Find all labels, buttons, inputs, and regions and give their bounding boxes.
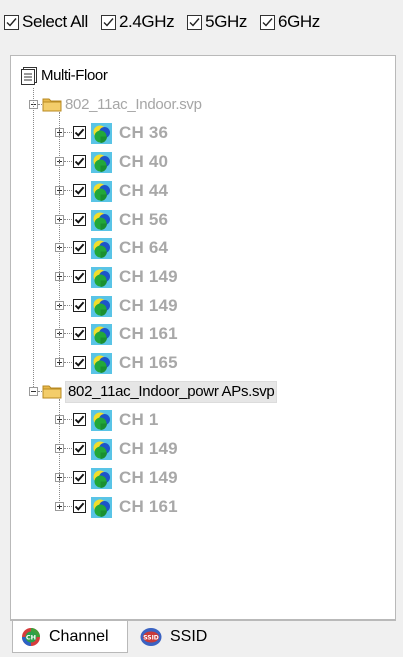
ap-channel-icon xyxy=(91,467,112,489)
ap-channel-icon xyxy=(91,152,112,174)
ap-channel-icon xyxy=(91,123,112,145)
channel-node-label[interactable]: CH 40 xyxy=(119,152,168,172)
tree-connector xyxy=(64,247,72,249)
band-6ghz-checkbox[interactable]: 6GHz xyxy=(260,12,320,32)
tree-connector xyxy=(64,218,72,220)
svg-text:CH: CH xyxy=(26,633,36,641)
tree-connector xyxy=(64,362,72,363)
band-filter-bar: Select All 2.4GHz 5GHz 6GHz xyxy=(0,0,403,44)
channel-checkbox[interactable] xyxy=(73,470,86,484)
file-node-label[interactable]: 802_11ac_Indoor_powr APs.svp xyxy=(65,380,278,403)
channel-checkbox[interactable] xyxy=(73,126,86,140)
folder-icon xyxy=(42,98,62,112)
channel-node-label[interactable]: CH 44 xyxy=(119,181,168,201)
channel-ch-icon: CH xyxy=(22,627,40,646)
floor-channel-tree[interactable]: Multi-Floor 802_11ac_Indoor.svp CH 36 CH 4… xyxy=(10,55,396,620)
checkbox-checked-icon xyxy=(4,14,19,30)
ap-channel-icon xyxy=(91,353,112,374)
tree-connector xyxy=(64,189,72,191)
tree-connector xyxy=(64,275,72,277)
tab-ssid-label: SSID xyxy=(170,628,208,645)
tree-connector xyxy=(64,132,72,134)
channel-node-label[interactable]: CH 149 xyxy=(119,468,178,488)
tree-connector xyxy=(64,161,72,163)
tree-connector xyxy=(64,304,72,306)
tree-guide xyxy=(33,88,34,387)
ap-channel-icon xyxy=(91,410,112,432)
tree-connector xyxy=(64,419,72,421)
channel-node-label[interactable]: CH 36 xyxy=(119,123,168,143)
ap-channel-icon xyxy=(91,324,112,346)
channel-checkbox[interactable] xyxy=(73,155,86,169)
channel-checkbox[interactable] xyxy=(73,499,86,513)
channel-checkbox[interactable] xyxy=(73,356,86,369)
band-5ghz-checkbox[interactable]: 5GHz xyxy=(187,12,247,32)
band-6ghz-label: 6GHz xyxy=(278,12,320,31)
ap-channel-icon xyxy=(91,209,112,231)
tree-guide xyxy=(59,398,60,506)
channel-node-label[interactable]: CH 149 xyxy=(119,296,178,316)
channel-checkbox[interactable] xyxy=(73,269,86,283)
channel-node-label[interactable]: CH 149 xyxy=(119,267,178,287)
checkbox-checked-icon xyxy=(187,14,203,30)
ap-channel-icon xyxy=(91,180,112,202)
band-24ghz-label: 2.4GHz xyxy=(118,12,175,31)
channel-node-label[interactable]: CH 1 xyxy=(119,410,159,430)
tree-connector xyxy=(64,476,72,478)
channel-node-label[interactable]: CH 165 xyxy=(119,353,178,373)
channel-node-label[interactable]: CH 161 xyxy=(119,324,178,344)
channel-checkbox[interactable] xyxy=(73,413,86,427)
tree-root-label[interactable]: Multi-Floor xyxy=(41,67,108,84)
channel-checkbox[interactable] xyxy=(73,442,86,456)
band-5ghz-label: 5GHz xyxy=(205,12,248,31)
band-24ghz-checkbox[interactable]: 2.4GHz xyxy=(100,12,175,32)
tree-connector xyxy=(64,505,72,507)
channel-checkbox[interactable] xyxy=(73,212,86,226)
collapse-toggle[interactable] xyxy=(29,386,38,396)
channel-checkbox[interactable] xyxy=(73,183,86,197)
folder-icon xyxy=(42,385,62,399)
ap-channel-icon xyxy=(91,439,112,461)
tree-guide xyxy=(59,111,60,362)
svg-text:SSID: SSID xyxy=(143,634,159,641)
ap-channel-icon xyxy=(91,295,112,317)
channel-node-label[interactable]: CH 56 xyxy=(119,210,168,230)
ap-channel-icon xyxy=(91,496,112,518)
checkbox-checked-icon xyxy=(260,14,276,30)
view-tab-bar: CH Channel SSID SSID xyxy=(10,620,396,657)
select-all-label: Select All xyxy=(22,12,88,31)
tab-channel-label: Channel xyxy=(49,627,109,645)
multi-floor-document-icon xyxy=(21,67,37,85)
tree-connector xyxy=(64,333,72,335)
channel-checkbox[interactable] xyxy=(73,241,86,255)
select-all-checkbox[interactable]: Select All xyxy=(4,12,88,32)
channel-checkbox[interactable] xyxy=(73,298,86,312)
ap-channel-icon xyxy=(91,266,112,288)
tab-channel[interactable]: CH Channel xyxy=(12,621,128,653)
channel-node-label[interactable]: CH 64 xyxy=(119,238,168,258)
channel-node-label[interactable]: CH 149 xyxy=(119,439,178,459)
tree-connector xyxy=(64,448,72,450)
channel-node-label[interactable]: CH 161 xyxy=(119,497,178,517)
ssid-icon: SSID xyxy=(140,628,162,646)
file-node-label[interactable]: 802_11ac_Indoor.svp xyxy=(65,96,202,113)
tab-ssid[interactable]: SSID SSID xyxy=(134,621,234,653)
checkbox-checked-icon xyxy=(100,14,116,30)
channel-checkbox[interactable] xyxy=(73,327,86,341)
ap-channel-icon xyxy=(91,238,112,260)
